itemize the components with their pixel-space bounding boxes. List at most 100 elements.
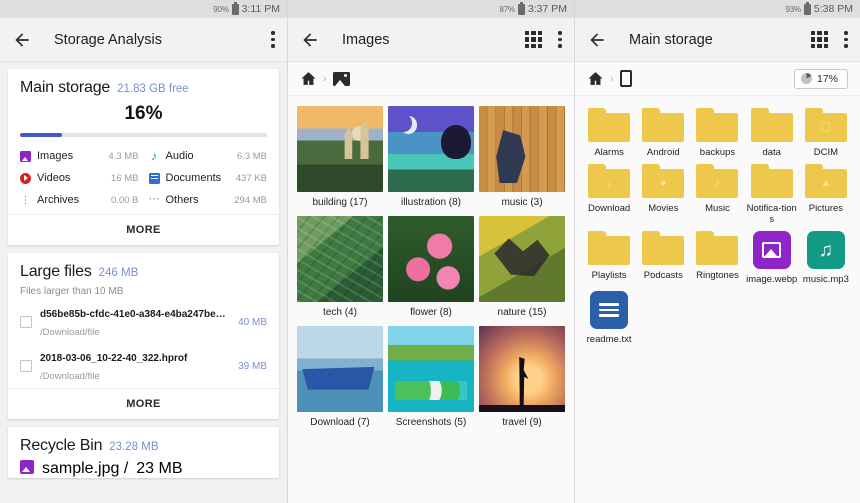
folder-item[interactable]: backups <box>691 108 743 158</box>
album-tile[interactable]: travel (9) <box>479 326 565 432</box>
back-button[interactable] <box>12 30 32 50</box>
album-tile[interactable]: Download (7) <box>297 326 383 432</box>
image-file-icon <box>752 231 791 269</box>
page-title: Storage Analysis <box>54 31 163 48</box>
file-item[interactable]: ♫ music.mp3 <box>800 231 852 285</box>
folder-item[interactable]: Android <box>637 108 689 158</box>
more-button[interactable]: MORE <box>8 388 279 419</box>
grid-view-icon[interactable] <box>811 31 828 48</box>
folder-item[interactable]: ♪ Music <box>691 164 743 225</box>
album-grid: building (17) illustration (8) music (3)… <box>288 96 574 442</box>
folder-item[interactable]: ↓ Download <box>583 164 635 225</box>
recycle-bin-card[interactable]: Recycle Bin 23.28 MB sample.jpg / 23 MB <box>8 427 279 478</box>
category-item[interactable]: ⋮ Archives 0.00 B <box>20 190 139 210</box>
main-storage-card[interactable]: Main storage 21.83 GB free 16% Images 4.… <box>8 69 279 245</box>
album-label: music (3) <box>501 197 543 208</box>
free-space-label: 21.83 GB free <box>117 83 189 95</box>
album-tile[interactable]: flower (8) <box>388 216 474 322</box>
back-button[interactable] <box>300 30 320 50</box>
folder-item[interactable]: ▢ DCIM <box>800 108 852 158</box>
album-thumbnail <box>388 326 474 412</box>
breadcrumb-home[interactable] <box>300 70 317 87</box>
file-path: / <box>123 460 129 477</box>
folder-item[interactable]: Podcasts <box>637 231 689 285</box>
breadcrumb-phone-icon[interactable] <box>619 70 632 87</box>
panel-images: 87% 3:37 PM Images › building (17) illus… <box>287 0 574 503</box>
folder-icon <box>750 164 793 198</box>
folder-icon: ● <box>642 164 685 198</box>
card-title: Recycle Bin <box>20 437 103 454</box>
folder-item[interactable]: Alarms <box>583 108 635 158</box>
more-vert-icon[interactable] <box>844 31 848 48</box>
file-path: /Download/file <box>40 371 100 382</box>
album-tile[interactable]: Screenshots (5) <box>388 326 474 432</box>
album-tile[interactable]: music (3) <box>479 106 565 212</box>
others-icon: ⋯ <box>148 192 160 205</box>
category-item[interactable]: Documents 437 KB <box>148 168 267 188</box>
album-tile[interactable]: tech (4) <box>297 216 383 322</box>
large-files-card[interactable]: Large files 246 MB Files larger than 10 … <box>8 253 279 419</box>
category-item[interactable]: ♪ Audio 6.3 MB <box>149 146 267 166</box>
category-name: Videos <box>37 172 71 184</box>
folder-icon: ↓ <box>588 164 631 198</box>
folder-item[interactable]: Notifica-tions <box>746 164 798 225</box>
category-size: 437 KB <box>235 172 267 184</box>
file-item[interactable]: readme.txt <box>583 291 635 345</box>
file-checkbox[interactable] <box>20 360 32 372</box>
album-tile[interactable]: building (17) <box>297 106 383 212</box>
breadcrumb-home[interactable] <box>587 70 604 87</box>
folder-icon: ▢ <box>804 108 847 142</box>
folder-icon <box>588 108 631 142</box>
breadcrumb: › <box>288 62 574 96</box>
app-bar: Storage Analysis <box>0 18 287 62</box>
category-name: Audio <box>165 150 194 162</box>
list-item[interactable]: d56be85b-cfdc-41e0-a384-e4ba247be… /Down… <box>20 300 267 344</box>
album-label: building (17) <box>312 197 368 208</box>
file-size: 39 MB <box>238 360 267 372</box>
item-label: Download <box>587 203 631 214</box>
breadcrumb-images-icon[interactable] <box>332 71 350 86</box>
movie-icon: ● <box>659 177 667 189</box>
more-vert-icon[interactable] <box>271 31 275 48</box>
file-name: 2018-03-06_10-22-40_322.hprof <box>40 353 188 364</box>
screenshot-root: 90% 3:11 PM Storage Analysis Main storag… <box>0 0 860 503</box>
audio-icon: ♪ <box>151 148 157 163</box>
list-item[interactable]: sample.jpg / 23 MB <box>20 455 267 478</box>
category-item[interactable]: Videos 16 MB <box>20 168 139 188</box>
folder-item[interactable]: Ringtones <box>691 231 743 285</box>
videos-icon <box>20 172 31 184</box>
folder-item[interactable]: data <box>746 108 798 158</box>
category-item[interactable]: ⋯ Others 294 MB <box>149 190 268 210</box>
music-note-icon: ♪ <box>714 177 721 189</box>
file-checkbox[interactable] <box>20 316 32 328</box>
list-item[interactable]: 2018-03-06_10-22-40_322.hprof /Download/… <box>20 344 267 388</box>
folder-item[interactable]: ▲ Pictures <box>800 164 852 225</box>
folder-icon: ▲ <box>804 164 847 198</box>
album-tile[interactable]: nature (15) <box>479 216 565 322</box>
file-item[interactable]: image.webp <box>746 231 798 285</box>
item-label: Android <box>646 147 680 158</box>
album-label: tech (4) <box>323 307 357 318</box>
panel-main-storage: 93% 5:38 PM Main storage › 17% Alarms An… <box>574 0 860 503</box>
status-bar: 87% 3:37 PM <box>288 0 574 18</box>
item-label: Movies <box>648 203 679 214</box>
grid-view-icon[interactable] <box>525 31 542 48</box>
status-clock: 5:38 PM <box>813 3 853 15</box>
folder-item[interactable]: Playlists <box>583 231 635 285</box>
card-header: Large files 246 MB <box>20 263 267 281</box>
folder-icon <box>642 108 685 142</box>
back-button[interactable] <box>587 30 607 50</box>
item-label: DCIM <box>813 147 839 158</box>
storage-usage-chip[interactable]: 17% <box>793 68 848 89</box>
panel-storage-analysis: 90% 3:11 PM Storage Analysis Main storag… <box>0 0 287 503</box>
category-item[interactable]: Images 4.3 MB <box>20 146 139 166</box>
pie-chart-icon <box>800 73 812 84</box>
more-button[interactable]: MORE <box>8 214 279 245</box>
category-name: Documents <box>165 172 222 184</box>
folder-item[interactable]: ● Movies <box>637 164 689 225</box>
category-size: 294 MB <box>234 194 267 206</box>
more-vert-icon[interactable] <box>558 31 562 48</box>
battery-icon <box>803 1 811 15</box>
storage-usage-label: 17% <box>816 72 838 85</box>
album-tile[interactable]: illustration (8) <box>388 106 474 212</box>
